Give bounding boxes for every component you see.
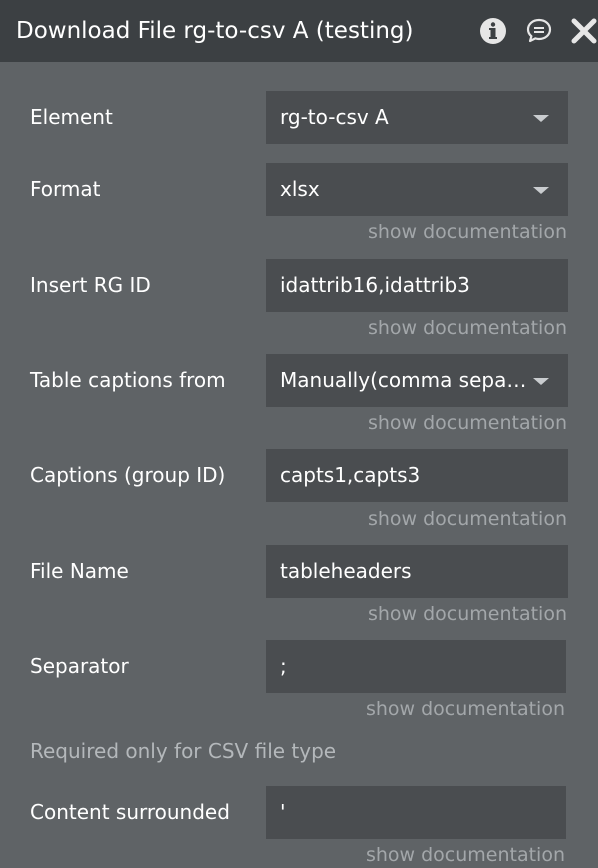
captions-group-id-input[interactable]: capts1,capts3: [266, 449, 568, 502]
chevron-down-icon: [533, 115, 549, 122]
insert-rg-id-show-documentation-link[interactable]: show documentation: [368, 316, 567, 340]
element-value: rg-to-csv A: [280, 105, 389, 129]
chevron-down-icon: [533, 378, 549, 385]
table-captions-from-label: Table captions from: [30, 368, 226, 392]
close-icon[interactable]: [569, 16, 598, 46]
separator-value: ;: [280, 654, 287, 678]
separator-help-text: Required only for CSV file type: [30, 739, 337, 763]
table-captions-from-dropdown[interactable]: Manually(comma separ…: [266, 354, 568, 407]
file-name-show-documentation-link[interactable]: show documentation: [368, 602, 567, 626]
insert-rg-id-value: idattrib16,idattrib3: [280, 273, 470, 297]
format-value: xlsx: [280, 177, 320, 201]
content-surrounded-label: Content surrounded: [30, 800, 230, 824]
insert-rg-id-label: Insert RG ID: [30, 273, 151, 297]
panel-header: Download File rg-to-csv A (testing): [0, 0, 598, 62]
captions-group-id-label: Captions (group ID): [30, 463, 226, 487]
insert-rg-id-input[interactable]: idattrib16,idattrib3: [266, 259, 568, 312]
content-surrounded-input[interactable]: ': [266, 786, 566, 839]
format-dropdown[interactable]: xlsx: [266, 163, 568, 216]
separator-input[interactable]: ;: [266, 640, 566, 693]
panel-title: Download File rg-to-csv A (testing): [16, 18, 414, 44]
format-show-documentation-link[interactable]: show documentation: [368, 220, 567, 244]
file-name-value: tableheaders: [280, 559, 412, 583]
separator-show-documentation-link[interactable]: show documentation: [366, 697, 565, 721]
table-captions-from-value: Manually(comma separ…: [280, 368, 532, 392]
chevron-down-icon: [533, 187, 549, 194]
captions-group-id-show-documentation-link[interactable]: show documentation: [368, 507, 567, 531]
table-captions-from-show-documentation-link[interactable]: show documentation: [368, 411, 567, 435]
separator-label: Separator: [30, 654, 129, 678]
element-dropdown[interactable]: rg-to-csv A: [266, 91, 568, 144]
element-label: Element: [30, 105, 113, 129]
captions-group-id-value: capts1,capts3: [280, 463, 421, 487]
file-name-input[interactable]: tableheaders: [266, 545, 568, 598]
info-icon[interactable]: [478, 16, 508, 46]
comment-icon[interactable]: [524, 16, 554, 46]
content-surrounded-value: ': [280, 800, 286, 824]
content-surrounded-show-documentation-link[interactable]: show documentation: [366, 843, 565, 867]
format-label: Format: [30, 177, 101, 201]
file-name-label: File Name: [30, 559, 129, 583]
property-editor-panel: Download File rg-to-csv A (testing) Elem…: [0, 0, 598, 868]
